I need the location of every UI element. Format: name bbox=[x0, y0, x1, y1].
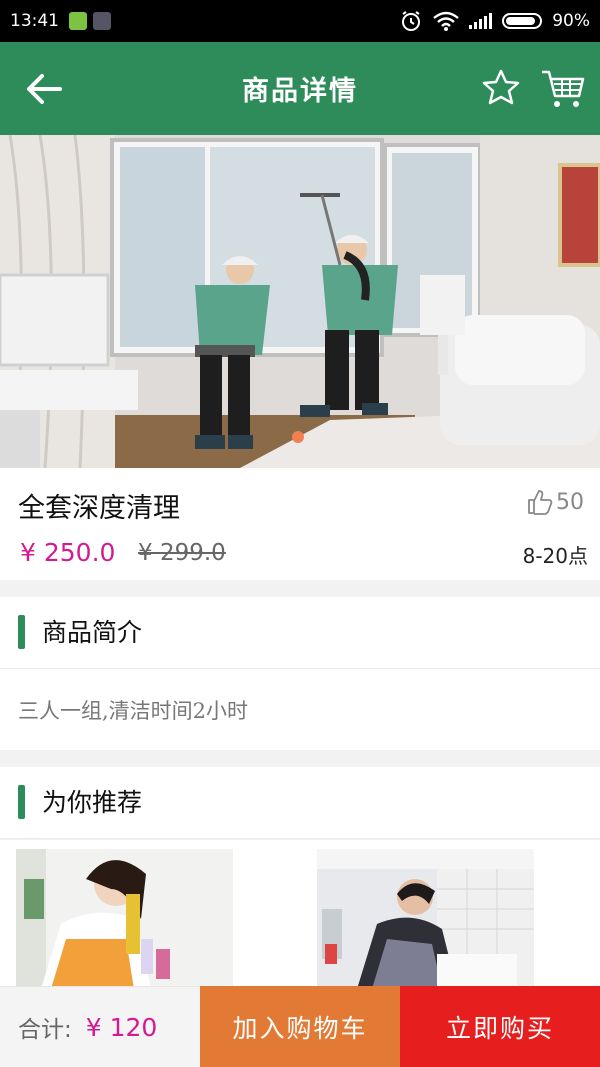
service-hours: 8-20点 bbox=[522, 544, 588, 568]
battery-percent: 90% bbox=[552, 11, 590, 31]
total-label: 合计: bbox=[18, 1017, 72, 1043]
total-summary: 合计: ¥ 120 bbox=[0, 986, 200, 1067]
thumbs-up-icon bbox=[528, 490, 553, 515]
product-name: 全套深度清理 bbox=[18, 493, 180, 524]
intro-section-title: 商品简介 bbox=[42, 618, 143, 647]
app-header: 商品详情 bbox=[0, 42, 600, 135]
shopping-cart-icon[interactable] bbox=[540, 66, 586, 110]
page-title: 商品详情 bbox=[242, 76, 358, 107]
alarm-icon bbox=[402, 11, 421, 31]
recommend-list bbox=[0, 840, 600, 986]
current-price: ¥ 250.0 bbox=[20, 538, 116, 567]
recommend-section-title: 为你推荐 bbox=[42, 788, 143, 817]
total-amount: ¥ 120 bbox=[85, 1012, 158, 1042]
product-hero-image bbox=[0, 135, 600, 468]
wifi-icon bbox=[433, 11, 459, 31]
add-to-cart-button[interactable]: 加入购物车 bbox=[200, 986, 400, 1067]
arrow-left-icon[interactable] bbox=[22, 67, 66, 111]
status-bar: 13:41 90% bbox=[0, 0, 600, 42]
recommend-item-image[interactable] bbox=[317, 849, 534, 986]
app-notification-icon bbox=[93, 12, 111, 30]
status-time: 13:41 bbox=[10, 11, 59, 31]
section-accent-bar bbox=[18, 785, 25, 819]
intro-section-header: 商品简介 bbox=[0, 597, 600, 669]
cell-signal-icon bbox=[469, 13, 493, 29]
original-price: ¥ 299.0 bbox=[138, 540, 226, 566]
shield-app-icon bbox=[69, 12, 87, 30]
battery-icon bbox=[502, 13, 543, 29]
like-button[interactable]: 50 bbox=[526, 488, 584, 516]
recommend-section-header: 为你推荐 bbox=[0, 767, 600, 839]
like-count: 50 bbox=[556, 489, 584, 515]
intro-text: 三人一组,清洁时间2小时 bbox=[18, 699, 249, 723]
star-outline-icon[interactable] bbox=[480, 67, 522, 109]
buy-now-button[interactable]: 立即购买 bbox=[400, 986, 600, 1067]
recommend-item-image[interactable] bbox=[16, 849, 233, 986]
intro-section-body: 三人一组,清洁时间2小时 bbox=[0, 669, 600, 750]
checkout-bar: 合计: ¥ 120 加入购物车 立即购买 bbox=[0, 986, 600, 1067]
section-accent-bar bbox=[18, 615, 25, 649]
product-info-card: 全套深度清理 50 ¥ 250.0 ¥ 299.0 8-20点 bbox=[0, 468, 600, 580]
